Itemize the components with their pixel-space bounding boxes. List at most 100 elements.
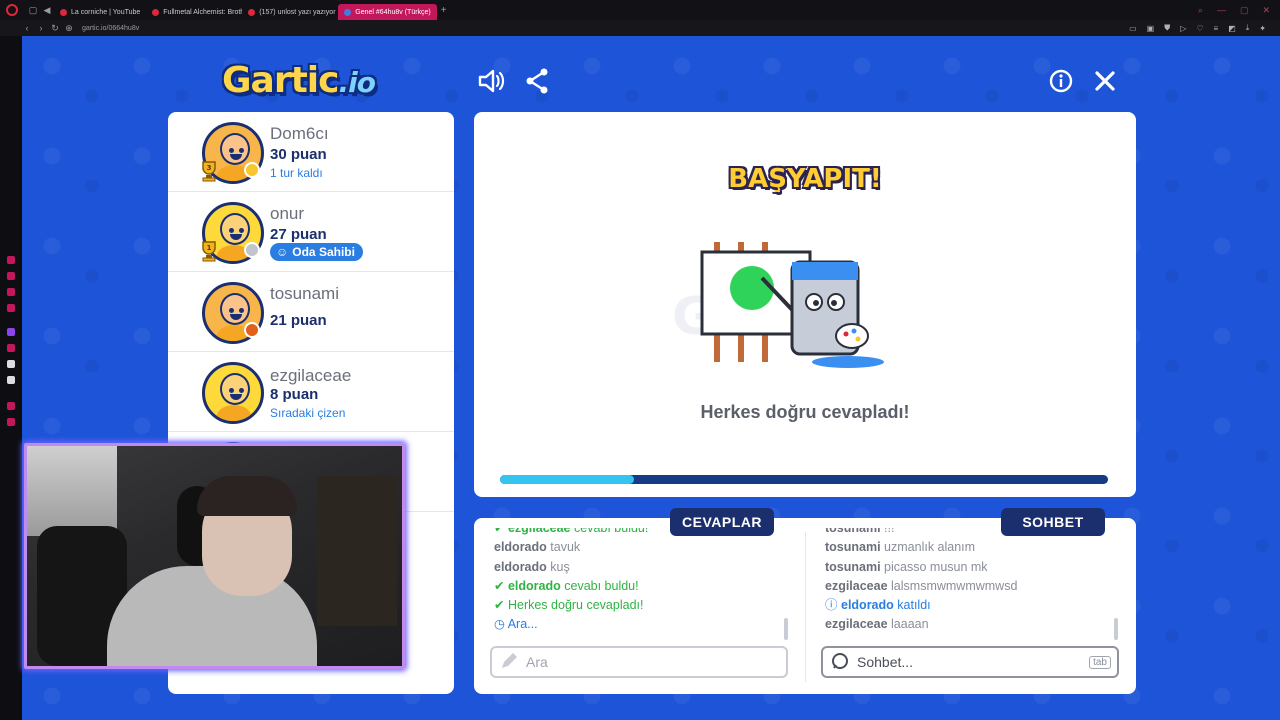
owner-icon: ☺: [276, 245, 289, 259]
chat-line: tosunami picasso musun mk: [825, 559, 988, 574]
site-info-icon[interactable]: ⊕: [62, 23, 76, 34]
sidebar-messenger-icon[interactable]: [7, 288, 15, 296]
sidebar-youtube-icon[interactable]: [7, 304, 15, 312]
tab-label: Genel #64hu8v (Türkçe): [355, 8, 431, 16]
sidebar-tiktok-icon[interactable]: [7, 360, 15, 368]
chat-panel: ✔ ezgilaceae cevabı buldu! eldorado tavuk…: [474, 518, 1136, 694]
sidebar-instagram-icon[interactable]: [7, 344, 15, 352]
chat-line: ezgilaceae laaaan: [825, 617, 929, 632]
answer-line: ✔ Herkes doğru cevapladı!: [494, 598, 644, 613]
chat-input[interactable]: [857, 654, 1082, 670]
check-icon: ✔: [494, 578, 505, 593]
player-name: onur: [270, 204, 305, 223]
mute-icon[interactable]: ◀: [40, 5, 54, 16]
status-dot: [244, 242, 260, 258]
sound-icon[interactable]: [477, 66, 507, 96]
download-icon[interactable]: ⤓: [1246, 23, 1250, 33]
browser-tab-bar: ▢ ◀ La corniche | YouTube Fullmetal Alche…: [0, 0, 1280, 20]
opera-logo-icon[interactable]: [6, 4, 18, 16]
adblock-icon[interactable]: ⛊: [1164, 23, 1170, 33]
close-window-button[interactable]: ✕: [1262, 5, 1270, 16]
clock-icon: ◷: [494, 617, 505, 632]
url-field[interactable]: gartic.io/0664hu8v: [82, 25, 139, 32]
round-progress-bar: [500, 475, 1108, 484]
player-row[interactable]: tosunami 21 puan: [168, 272, 454, 352]
minimize-button[interactable]: —: [1217, 5, 1226, 16]
player-name: ezgilaceae: [270, 366, 352, 385]
chat-line: ⓘ eldorado katıldı: [825, 598, 931, 613]
tab-label: Fullmetal Alchemist: Broth: [163, 8, 243, 16]
answer-input[interactable]: [526, 654, 786, 670]
forward-icon[interactable]: ›: [34, 23, 48, 33]
new-tab-button[interactable]: +: [441, 5, 447, 16]
answer-line: ✔ eldorado cevabı buldu!: [494, 578, 639, 593]
avatar: [202, 362, 264, 424]
extensions-icon[interactable]: ◩: [1228, 24, 1236, 33]
opera-sidebar: [0, 36, 22, 720]
trophy-rank: 1: [207, 244, 212, 252]
player-points: 30 puan: [270, 146, 327, 163]
answer-line: ◷ Ara...: [494, 617, 538, 632]
answers-list: ✔ ezgilaceae cevabı buldu! eldorado tavuk…: [494, 528, 784, 644]
reload-icon[interactable]: ↻: [48, 23, 62, 34]
ai-icon[interactable]: ✦: [1259, 24, 1266, 33]
tab-label: La corniche | YouTube: [71, 8, 141, 16]
player-row[interactable]: 3 Dom6cı 30 puan 1 tur kaldı: [168, 112, 454, 192]
tab-key-hint: tab: [1089, 655, 1111, 669]
info-icon: ⓘ: [825, 598, 838, 613]
browser-tab[interactable]: Fullmetal Alchemist: Broth: [146, 4, 242, 20]
browser-tab[interactable]: (157) unlost yazı yazıyor: [242, 4, 338, 20]
menu-icon[interactable]: ≡: [1214, 24, 1219, 33]
answer-input-box[interactable]: [490, 646, 788, 678]
heart-icon[interactable]: ♡: [1196, 24, 1203, 33]
back-icon[interactable]: ‹: [20, 23, 34, 33]
sidebar-twitch-icon[interactable]: [7, 328, 15, 336]
sidebar-settings-icon[interactable]: [7, 418, 15, 426]
camera-icon[interactable]: ▭: [1129, 24, 1137, 33]
sidebar-home-icon[interactable]: [7, 256, 15, 264]
sidebar-bag-icon[interactable]: [7, 272, 15, 280]
pencil-icon: [500, 652, 518, 673]
chat-line: tosunami uzmanlık alanım: [825, 540, 976, 555]
sidebar-history-icon[interactable]: [7, 402, 15, 410]
tab-search-icon[interactable]: ▢: [26, 5, 40, 16]
trophy-icon: 3: [198, 160, 220, 182]
maximize-button[interactable]: ▢: [1240, 5, 1249, 16]
player-points: 21 puan: [270, 312, 327, 329]
trophy-rank: 3: [207, 164, 212, 172]
sidebar-x-icon[interactable]: [7, 376, 15, 384]
info-icon[interactable]: [1046, 66, 1076, 96]
answers-scrollbar[interactable]: [784, 618, 788, 640]
share-icon[interactable]: [522, 66, 552, 96]
player-row[interactable]: ezgilaceae 8 puan Sıradaki çizen: [168, 352, 454, 432]
chat-input-box[interactable]: tab: [821, 646, 1119, 678]
tab-favicon-icon: [152, 8, 160, 16]
check-icon: ✔: [494, 528, 505, 535]
close-icon[interactable]: [1090, 66, 1120, 96]
player-row[interactable]: 1 onur 27 puan ☺ Oda Sahibi: [168, 192, 454, 272]
status-dot: [244, 322, 260, 338]
tab-favicon-icon: [344, 8, 352, 16]
tab-label: (157) unlost yazı yazıyor: [259, 8, 336, 16]
stage-message: Herkes doğru cevapladı!: [700, 402, 910, 422]
player-points: 27 puan: [270, 226, 327, 243]
search-icon[interactable]: ⌕: [1198, 5, 1203, 16]
tab-favicon-icon: [60, 8, 67, 16]
webcam-window-background: [27, 446, 117, 536]
player-points: 8 puan: [270, 386, 319, 403]
chat-line: ezgilaceae lalsmsmwmwmwmwsd: [825, 578, 1018, 593]
tab-chat[interactable]: SOHBET: [1001, 508, 1105, 536]
browser-tab[interactable]: La corniche | YouTube: [54, 4, 146, 20]
drawing-stage: BAŞYAPIT! Gartic Herkes doğru cevapladı!: [474, 112, 1136, 497]
check-icon: ✔: [494, 598, 505, 613]
status-dot: [244, 162, 260, 178]
snapshot-icon[interactable]: ▣: [1147, 24, 1155, 33]
webcam-overlay: [24, 443, 405, 669]
player-status-text: 1 tur kaldı: [270, 166, 323, 180]
browser-tab[interactable]: Genel #64hu8v (Türkçe): [338, 4, 437, 20]
gartic-logo[interactable]: Gartic.io: [222, 60, 376, 101]
tab-answers[interactable]: CEVAPLAR: [670, 508, 774, 536]
stage-title: BAŞYAPIT!: [728, 164, 882, 194]
play-icon[interactable]: ▷: [1180, 24, 1186, 33]
chat-scrollbar[interactable]: [1114, 618, 1118, 640]
